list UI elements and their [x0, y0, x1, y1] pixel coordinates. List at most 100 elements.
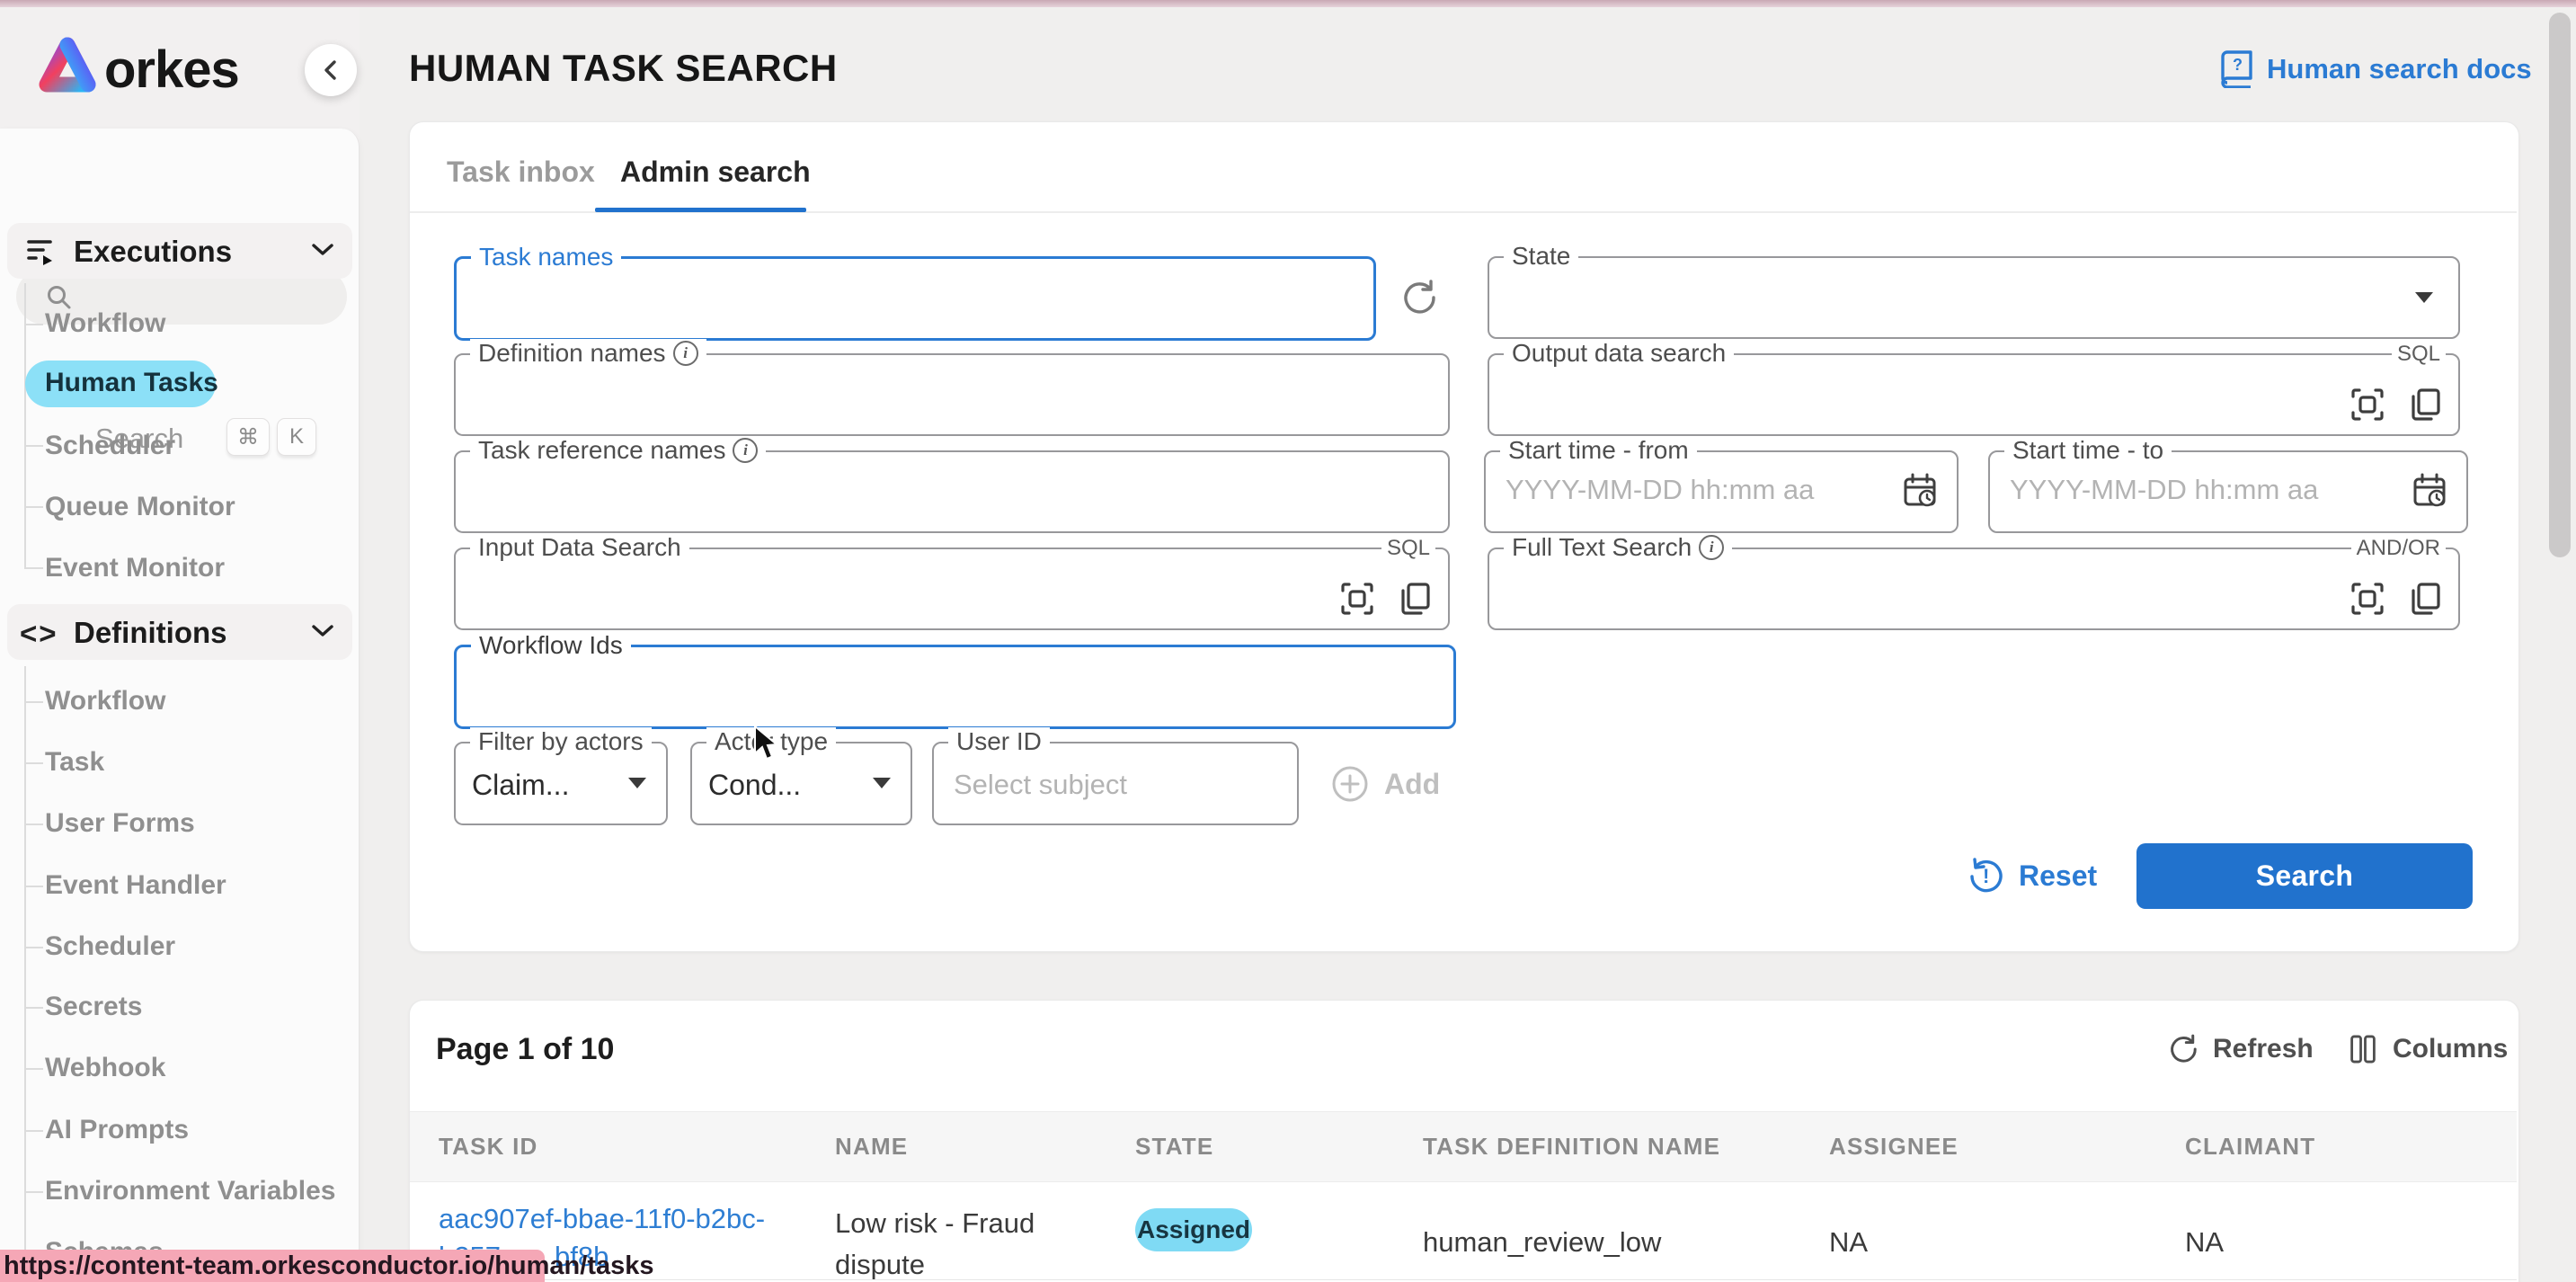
start-time-to-label: Start time - to — [2004, 436, 2172, 465]
col-header-task-definition-name[interactable]: TASK DEFINITION NAME — [1423, 1133, 1720, 1161]
code-brackets-icon: <> — [20, 617, 58, 651]
sidebar-item-queue-monitor[interactable]: Queue Monitor — [45, 492, 235, 522]
copy-icon[interactable] — [1396, 580, 1434, 618]
columns-button[interactable]: Columns — [2346, 1032, 2508, 1066]
task-id-link[interactable]: aac907ef-bbae-11f0-b2bc- — [439, 1203, 765, 1235]
sidebar-nav-card: Search ⌘ K Executions Workflow — [0, 129, 360, 1282]
sidebar-item-ai-prompts[interactable]: AI Prompts — [45, 1115, 189, 1145]
calendar-icon[interactable] — [1901, 472, 1939, 510]
search-card — [409, 121, 2519, 952]
state-field[interactable]: State — [1488, 256, 2460, 339]
andor-corner-label: AND/OR — [2351, 536, 2446, 561]
sidebar-item-workflow-def[interactable]: Workflow — [45, 686, 165, 717]
expand-editor-icon[interactable] — [2349, 386, 2386, 423]
calendar-icon[interactable] — [2411, 472, 2448, 510]
mouse-cursor — [753, 725, 784, 764]
tree-tick — [24, 567, 43, 569]
assignee-cell: NA — [1829, 1226, 1868, 1259]
user-id-field[interactable]: User ID Select subject — [932, 742, 1299, 825]
start-time-from-placeholder: YYYY-MM-DD hh:mm aa — [1506, 474, 1814, 506]
tab-admin-search[interactable]: Admin search — [620, 156, 811, 189]
tree-tick — [24, 947, 43, 948]
copy-icon[interactable] — [2406, 386, 2444, 423]
reset-button[interactable]: ! Reset — [1967, 856, 2097, 895]
definition-names-label: Definition namesi — [470, 339, 706, 368]
tree-tick — [24, 1068, 43, 1070]
workflow-ids-label: Workflow Ids — [471, 631, 631, 660]
start-time-from-field[interactable]: Start time - from YYYY-MM-DD hh:mm aa — [1484, 450, 1959, 533]
sidebar-item-workflow-exec[interactable]: Workflow — [45, 308, 165, 339]
task-names-field[interactable]: Task names — [454, 256, 1376, 341]
sidebar-item-webhook[interactable]: Webhook — [45, 1053, 165, 1083]
section-label: Executions — [74, 235, 232, 269]
info-icon: i — [733, 438, 758, 463]
dropdown-caret-icon — [873, 778, 891, 788]
svg-text:?: ? — [2233, 56, 2243, 74]
col-header-name[interactable]: NAME — [835, 1133, 908, 1161]
k-keycap: K — [277, 418, 316, 456]
col-header-state[interactable]: STATE — [1135, 1133, 1213, 1161]
sidebar-item-task[interactable]: Task — [45, 747, 104, 778]
sidebar-section-executions[interactable]: Executions — [7, 223, 352, 279]
tree-line — [24, 283, 26, 569]
sidebar-item-event-handler[interactable]: Event Handler — [45, 870, 227, 901]
filter-by-actors-select[interactable]: Filter by actors Claim... — [454, 742, 668, 825]
definition-names-field[interactable]: Definition namesi — [454, 353, 1450, 436]
copy-icon[interactable] — [2406, 580, 2444, 618]
output-data-search-label: Output data search — [1504, 339, 1734, 368]
col-header-task-id[interactable]: TASK ID — [439, 1133, 537, 1161]
refresh-label: Refresh — [2213, 1034, 2314, 1064]
logo-wordmark: orkes — [104, 40, 239, 100]
dropdown-caret-icon — [2415, 292, 2433, 303]
full-text-search-field[interactable]: Full Text Searchi AND/OR — [1488, 548, 2460, 630]
refresh-results-button[interactable]: Refresh — [2166, 1032, 2314, 1066]
sidebar-item-secrets[interactable]: Secrets — [45, 992, 142, 1022]
start-time-to-field[interactable]: Start time - to YYYY-MM-DD hh:mm aa — [1988, 450, 2468, 533]
actor-type-value: Cond... — [708, 769, 801, 802]
filter-by-actors-label: Filter by actors — [470, 727, 652, 756]
docs-link[interactable]: ? Human search docs — [2220, 50, 2532, 88]
tree-tick — [24, 1191, 43, 1193]
state-label: State — [1504, 242, 1578, 271]
page-title: HUMAN TASK SEARCH — [409, 47, 838, 90]
top-strip — [0, 0, 2576, 7]
reset-icon: ! — [1967, 856, 2006, 895]
sidebar-section-definitions[interactable]: <> Definitions — [7, 604, 352, 660]
task-reference-names-field[interactable]: Task reference namesi — [454, 450, 1450, 533]
chevron-left-icon — [319, 57, 342, 84]
sidebar-item-scheduler-def[interactable]: Scheduler — [45, 931, 175, 962]
tree-tick — [24, 1130, 43, 1132]
tab-task-inbox[interactable]: Task inbox — [447, 156, 595, 189]
sql-corner-label: SQL — [1381, 536, 1435, 561]
col-header-claimant[interactable]: CLAIMANT — [2185, 1133, 2315, 1161]
col-header-assignee[interactable]: ASSIGNEE — [1829, 1133, 1959, 1161]
add-label: Add — [1384, 768, 1440, 801]
actor-type-select[interactable]: Actor type Cond... — [690, 742, 912, 825]
sidebar-item-environment-variables[interactable]: Environment Variables — [45, 1176, 335, 1206]
input-data-search-label: Input Data Search — [470, 533, 689, 562]
reset-label: Reset — [2019, 859, 2097, 893]
workflow-ids-field[interactable]: Workflow Ids — [454, 645, 1456, 729]
search-button[interactable]: Search — [2136, 843, 2473, 909]
expand-editor-icon[interactable] — [1338, 580, 1376, 618]
start-time-from-label: Start time - from — [1500, 436, 1697, 465]
dropdown-caret-icon — [628, 778, 646, 788]
task-name-cell: Low risk - Fraud dispute — [835, 1203, 1114, 1282]
sidebar-collapse-button[interactable] — [305, 44, 357, 96]
sidebar-item-user-forms[interactable]: User Forms — [45, 808, 195, 839]
sidebar-item-scheduler-exec[interactable]: Scheduler — [45, 431, 175, 461]
input-data-search-field[interactable]: Input Data Search SQL — [454, 548, 1450, 630]
plus-circle-icon — [1330, 764, 1370, 804]
sidebar-item-human-tasks[interactable]: Human Tasks — [45, 368, 218, 398]
page-scrollbar[interactable] — [2549, 13, 2571, 557]
info-icon: i — [673, 341, 698, 366]
expand-editor-icon[interactable] — [2349, 580, 2386, 618]
output-data-search-field[interactable]: Output data search SQL — [1488, 353, 2460, 436]
full-text-search-label: Full Text Searchi — [1504, 533, 1732, 562]
sidebar-item-event-monitor[interactable]: Event Monitor — [45, 553, 225, 583]
filter-by-actors-value: Claim... — [472, 769, 569, 802]
refresh-task-names-icon[interactable] — [1399, 277, 1440, 318]
add-actor-button[interactable]: Add — [1330, 764, 1440, 804]
search-button-label: Search — [2256, 859, 2354, 893]
chevron-down-icon — [309, 241, 336, 259]
